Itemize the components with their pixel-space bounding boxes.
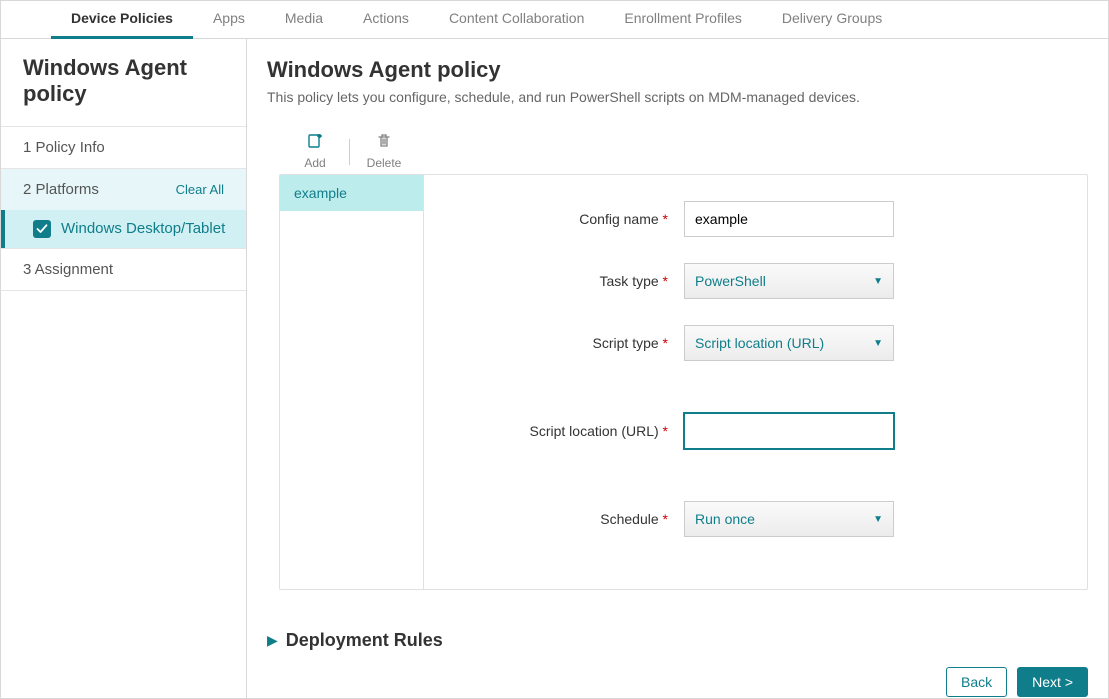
nav-apps[interactable]: Apps (193, 1, 265, 39)
sidebar: Windows Agent policy 1 Policy Info 2 Pla… (1, 39, 247, 699)
next-button[interactable]: Next > (1017, 667, 1088, 697)
nav-device-policies[interactable]: Device Policies (51, 1, 193, 39)
add-label: Add (304, 156, 325, 170)
nav-media[interactable]: Media (265, 1, 343, 39)
delete-button[interactable]: Delete (354, 133, 414, 170)
schedule-label: Schedule * (444, 511, 684, 527)
config-list-item[interactable]: example (280, 175, 423, 211)
back-button[interactable]: Back (946, 667, 1007, 697)
page-title: Windows Agent policy (267, 57, 1088, 83)
caret-right-icon: ▶ (267, 632, 278, 649)
script-type-select[interactable]: Script location (URL) ▼ (684, 325, 894, 361)
config-name-label: Config name * (444, 211, 684, 227)
step-assignment[interactable]: 3 Assignment (1, 248, 246, 291)
script-type-value: Script location (URL) (695, 335, 824, 351)
clear-all-link[interactable]: Clear All (176, 182, 224, 197)
config-toolbar: Add Delete (285, 133, 1088, 170)
step-policy-info[interactable]: 1 Policy Info (1, 126, 246, 168)
platform-windows-desktop-tablet[interactable]: Windows Desktop/Tablet (1, 210, 246, 248)
task-type-label: Task type * (444, 273, 684, 289)
config-name-input[interactable] (684, 201, 894, 237)
top-nav: Device Policies Apps Media Actions Conte… (1, 1, 1108, 39)
schedule-select[interactable]: Run once ▼ (684, 501, 894, 537)
task-type-value: PowerShell (695, 273, 766, 289)
add-icon (307, 133, 323, 152)
chevron-down-icon: ▼ (873, 514, 883, 525)
deployment-rules-toggle[interactable]: ▶ Deployment Rules (267, 630, 1088, 651)
script-url-label: Script location (URL) * (444, 423, 684, 439)
step-label: 2 Platforms (23, 181, 99, 198)
toolbar-divider (349, 139, 350, 165)
add-button[interactable]: Add (285, 133, 345, 170)
sidebar-title: Windows Agent policy (1, 39, 246, 126)
task-type-select[interactable]: PowerShell ▼ (684, 263, 894, 299)
config-list: example (280, 175, 424, 589)
page-description: This policy lets you configure, schedule… (267, 89, 1088, 105)
delete-label: Delete (367, 156, 402, 170)
step-label: 1 Policy Info (23, 139, 105, 156)
nav-actions[interactable]: Actions (343, 1, 429, 39)
chevron-down-icon: ▼ (873, 276, 883, 287)
main-content: Windows Agent policy This policy lets yo… (247, 39, 1108, 699)
checkbox-checked-icon[interactable] (33, 220, 51, 238)
config-panel: example Config name * Task type * PowerS (279, 174, 1088, 590)
nav-enrollment-profiles[interactable]: Enrollment Profiles (604, 1, 762, 39)
nav-delivery-groups[interactable]: Delivery Groups (762, 1, 902, 39)
schedule-value: Run once (695, 511, 755, 527)
script-type-label: Script type * (444, 335, 684, 351)
chevron-down-icon: ▼ (873, 338, 883, 349)
trash-icon (376, 133, 392, 152)
script-url-input[interactable] (684, 413, 894, 449)
step-label: 3 Assignment (23, 261, 113, 278)
platform-label: Windows Desktop/Tablet (61, 220, 225, 237)
footer-buttons: Back Next > (267, 667, 1088, 697)
config-form: Config name * Task type * PowerShell ▼ (424, 175, 1087, 589)
step-platforms[interactable]: 2 Platforms Clear All (1, 168, 246, 210)
deployment-rules-title: Deployment Rules (286, 630, 443, 651)
nav-content-collaboration[interactable]: Content Collaboration (429, 1, 604, 39)
